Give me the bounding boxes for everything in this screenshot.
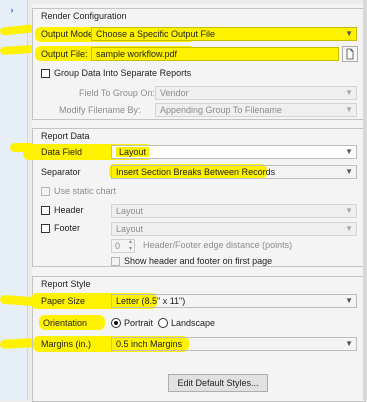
data-field-value: Layout	[116, 147, 150, 157]
file-icon	[346, 48, 354, 60]
paper-size-dropdown[interactable]: Letter (8.5" x 11") ▼	[111, 294, 357, 308]
margins-dropdown[interactable]: 0.5 inch Margins ▼	[111, 337, 357, 351]
configuration-panel: Render Configuration Output Mode: Choose…	[23, 4, 366, 402]
render-configuration-group: Render Configuration Output Mode: Choose…	[32, 8, 366, 120]
chevron-down-icon: ▼	[345, 88, 353, 97]
field-to-group-dropdown[interactable]: Vendor ▼	[155, 86, 357, 100]
chevron-down-icon: ▼	[345, 105, 353, 114]
stepper-up-icon[interactable]: ▲	[128, 239, 133, 245]
footer-label: Footer	[54, 223, 81, 233]
modify-filename-dropdown[interactable]: Appending Group To Filename ▼	[155, 103, 357, 117]
edge-distance-label: Header/Footer edge distance (points)	[143, 240, 293, 250]
header-label: Header	[54, 205, 84, 215]
show-hf-first-page-checkbox[interactable]	[111, 257, 120, 266]
static-chart-checkbox[interactable]	[41, 187, 50, 196]
edge-distance-value: 0	[115, 241, 121, 251]
modify-filename-label: Modify Filename By:	[59, 105, 141, 115]
output-mode-dropdown[interactable]: Choose a Specific Output File ▼	[91, 27, 357, 41]
header-checkbox[interactable]	[41, 206, 50, 215]
radio-selected-dot	[114, 321, 118, 325]
browse-file-button[interactable]	[342, 46, 358, 62]
landscape-label: Landscape	[171, 318, 216, 328]
group-data-label: Group Data Into Separate Reports	[54, 68, 192, 78]
edit-default-styles-button[interactable]: Edit Default Styles...	[168, 374, 268, 392]
modify-filename-value: Appending Group To Filename	[160, 105, 282, 115]
chevron-down-icon: ▼	[345, 167, 353, 176]
report-data-group: Report Data Data Field Layout ▼ Separato…	[23, 128, 366, 267]
group-title: Report Data	[41, 131, 90, 141]
group-title: Report Style	[41, 279, 91, 289]
footer-checkbox[interactable]	[41, 224, 50, 233]
margins-label: Margins (in.)	[41, 339, 92, 349]
edge-distance-stepper[interactable]: 0 ▲ ▼	[111, 239, 135, 253]
output-file-input[interactable]	[92, 48, 338, 60]
data-field-label: Data Field	[41, 147, 83, 157]
show-hf-first-page-label: Show header and footer on first page	[124, 256, 273, 266]
scrollbar[interactable]	[363, 0, 367, 400]
separator-value: Insert Section Breaks Between Records	[116, 167, 276, 177]
footer-value: Layout	[116, 224, 144, 234]
chevron-down-icon: ▼	[345, 29, 353, 38]
chevron-down-icon: ▼	[345, 339, 353, 348]
output-mode-label: Output Mode:	[41, 29, 96, 39]
output-file-label: Output File:	[41, 49, 88, 59]
chevron-down-icon: ▼	[345, 224, 353, 233]
group-data-checkbox[interactable]	[41, 69, 50, 78]
portrait-label: Portrait	[124, 318, 154, 328]
separator-dropdown[interactable]: Insert Section Breaks Between Records ▼	[111, 165, 357, 179]
chevron-down-icon: ▼	[345, 296, 353, 305]
chevron-down-icon: ▼	[345, 147, 353, 156]
output-mode-value: Choose a Specific Output File	[96, 29, 216, 39]
field-to-group-value: Vendor	[160, 88, 189, 98]
group-title: Render Configuration	[41, 11, 127, 21]
separator-label: Separator	[41, 167, 81, 177]
footer-dropdown[interactable]: Layout ▼	[111, 222, 357, 236]
margins-value: 0.5 inch Margins	[116, 339, 183, 349]
chevron-down-icon: ▼	[345, 206, 353, 215]
field-to-group-label: Field To Group On:	[79, 88, 155, 98]
output-file-field[interactable]	[91, 47, 339, 61]
orientation-label: Orientation	[43, 318, 88, 328]
portrait-radio[interactable]	[111, 318, 121, 328]
chevron-right-icon[interactable]: ›	[6, 4, 18, 16]
report-style-group: Report Style Paper Size Letter (8.5" x 1…	[31, 276, 366, 402]
header-value: Layout	[116, 206, 144, 216]
stepper-down-icon[interactable]: ▼	[128, 246, 133, 252]
highlight-mark	[0, 44, 35, 56]
paper-size-value: Letter (8.5" x 11")	[116, 296, 186, 306]
header-dropdown[interactable]: Layout ▼	[111, 204, 357, 218]
static-chart-label: Use static chart	[54, 186, 117, 196]
highlight-mark	[0, 338, 37, 349]
paper-size-label: Paper Size	[41, 296, 86, 306]
landscape-radio[interactable]	[158, 318, 168, 328]
data-field-dropdown[interactable]: Layout ▼	[111, 145, 357, 159]
